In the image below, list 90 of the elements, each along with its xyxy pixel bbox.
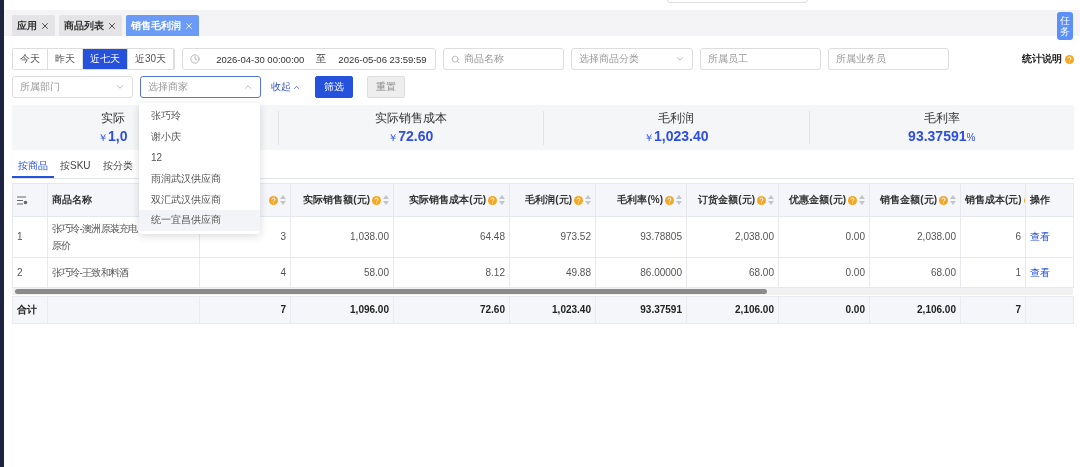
table-cell: 2,106.00	[735, 304, 774, 315]
sort-icon[interactable]	[383, 195, 389, 205]
table-cell: 4	[280, 266, 286, 278]
sort-icon[interactable]	[585, 195, 591, 205]
close-icon[interactable]	[107, 20, 117, 31]
chevron-down-icon	[675, 54, 686, 64]
sort-icon[interactable]	[768, 195, 774, 205]
sort-icon[interactable]	[950, 195, 956, 205]
column-header: 优惠金额(元)	[789, 193, 846, 207]
date-range-field[interactable]: 2026-04-30 00:00:00 至 2026-05-06 23:59:59	[182, 48, 437, 70]
column-header: 销售金额(元)	[880, 193, 937, 207]
table-cell: 6	[1015, 231, 1021, 242]
dropdown-option[interactable]: 12	[139, 147, 260, 169]
table-cell: 86.00000	[640, 266, 682, 278]
table-cell: 68.00	[748, 266, 774, 278]
page-tab[interactable]: 应用	[12, 15, 55, 36]
product-name: 张巧玲-王致和料酒	[52, 266, 130, 280]
sort-icon[interactable]	[676, 195, 682, 205]
end-date: 2026-05-06 23:59:59	[338, 53, 427, 65]
search-icon	[451, 54, 461, 64]
date-separator: 至	[316, 52, 327, 66]
summary-title: 实际	[100, 110, 125, 126]
clock-icon	[190, 54, 201, 64]
dropdown-option[interactable]: 张巧玲	[139, 106, 260, 127]
chevron-down-icon	[115, 82, 125, 92]
column-header: 毛利润(元)	[525, 193, 572, 207]
table-cell: 7	[280, 304, 286, 315]
table-cell: 1,023.40	[552, 304, 591, 315]
table-cell: 2,038.00	[917, 231, 956, 242]
sort-icon[interactable]	[499, 195, 505, 205]
sort-icon[interactable]	[859, 195, 865, 205]
table-cell: 64.48	[479, 231, 505, 242]
filter-button[interactable]: 筛选	[315, 76, 353, 98]
horizontal-scrollbar[interactable]	[12, 288, 1073, 295]
column-header: 实际销售成本(元)	[409, 193, 486, 207]
column-header: 商品名称	[52, 193, 92, 207]
help-icon	[1065, 54, 1074, 64]
range-button[interactable]: 今天	[13, 49, 48, 69]
dropdown-option[interactable]: 谢小庆	[139, 126, 260, 148]
start-date: 2026-04-30 00:00:00	[216, 53, 305, 65]
collapse-link[interactable]: 收起	[271, 80, 301, 94]
summary-title: 毛利润	[658, 110, 695, 126]
table-cell: 0.00	[845, 304, 865, 315]
product-name: 张巧玲-澳洲原装充电原价	[52, 222, 139, 253]
table-cell: 1	[1015, 266, 1021, 278]
page-tab[interactable]: 商品列表	[59, 15, 122, 36]
view-link[interactable]: 查看	[1030, 231, 1050, 242]
table-cell: 58.00	[363, 266, 389, 278]
table-cell: 7	[1015, 304, 1021, 315]
view-tab[interactable]: 按商品	[12, 155, 54, 178]
table-cell: 2,038.00	[735, 231, 774, 242]
column-header: 毛利率(%)	[617, 193, 663, 207]
table-cell: 1	[17, 231, 23, 242]
table-cell: 72.60	[479, 304, 505, 315]
table-cell: 3	[280, 231, 286, 242]
summary-value: ￥1,0	[98, 127, 128, 145]
summary-value: ￥72.60	[388, 127, 434, 145]
table-cell: 1,038.00	[350, 231, 389, 242]
table-cell: 8.12	[485, 266, 505, 278]
column-settings-icon[interactable]	[17, 195, 28, 205]
dropdown-option[interactable]: 统一宜昌供应商	[139, 210, 260, 231]
table-cell: 2	[17, 266, 23, 278]
stats-help-label: 统计说明	[1022, 52, 1062, 66]
summary-value: ￥1,023.40	[644, 127, 709, 145]
table-cell: 49.88	[565, 266, 591, 278]
table-cell: 合计	[17, 304, 37, 315]
view-tab[interactable]: 按SKU	[54, 155, 97, 178]
range-button[interactable]: 近七天	[83, 49, 128, 69]
column-header: 操作	[1030, 193, 1050, 207]
table-cell: 973.52	[560, 231, 591, 242]
dropdown-option[interactable]: 双汇武汉供应商	[139, 189, 260, 210]
summary-title: 实际销售成本	[374, 110, 447, 126]
table-cell: 1,096.00	[350, 304, 389, 315]
view-tab[interactable]: 按分类	[96, 155, 139, 178]
view-link[interactable]: 查看	[1030, 266, 1050, 278]
chevron-up-icon	[243, 82, 253, 92]
summary-value: 93.37591%	[908, 128, 976, 144]
column-header: 实际销售额(元)	[303, 193, 370, 207]
column-header: 订货金额(元)	[698, 193, 755, 207]
table-cell: 2,106.00	[917, 304, 956, 315]
summary-title: 毛利率	[923, 111, 960, 126]
dropdown-option[interactable]: 雨润武汉供应商	[139, 168, 260, 190]
close-icon[interactable]	[40, 20, 50, 31]
table-cell: 0.00	[845, 231, 865, 242]
column-header: 销售成本(元)	[965, 193, 1022, 207]
table-cell: 68.00	[930, 266, 956, 278]
table-cell: 93.78805	[640, 231, 682, 242]
table-cell: 0.00	[845, 266, 865, 278]
sort-icon[interactable]	[280, 195, 286, 205]
table-cell: 93.37591	[640, 304, 682, 315]
